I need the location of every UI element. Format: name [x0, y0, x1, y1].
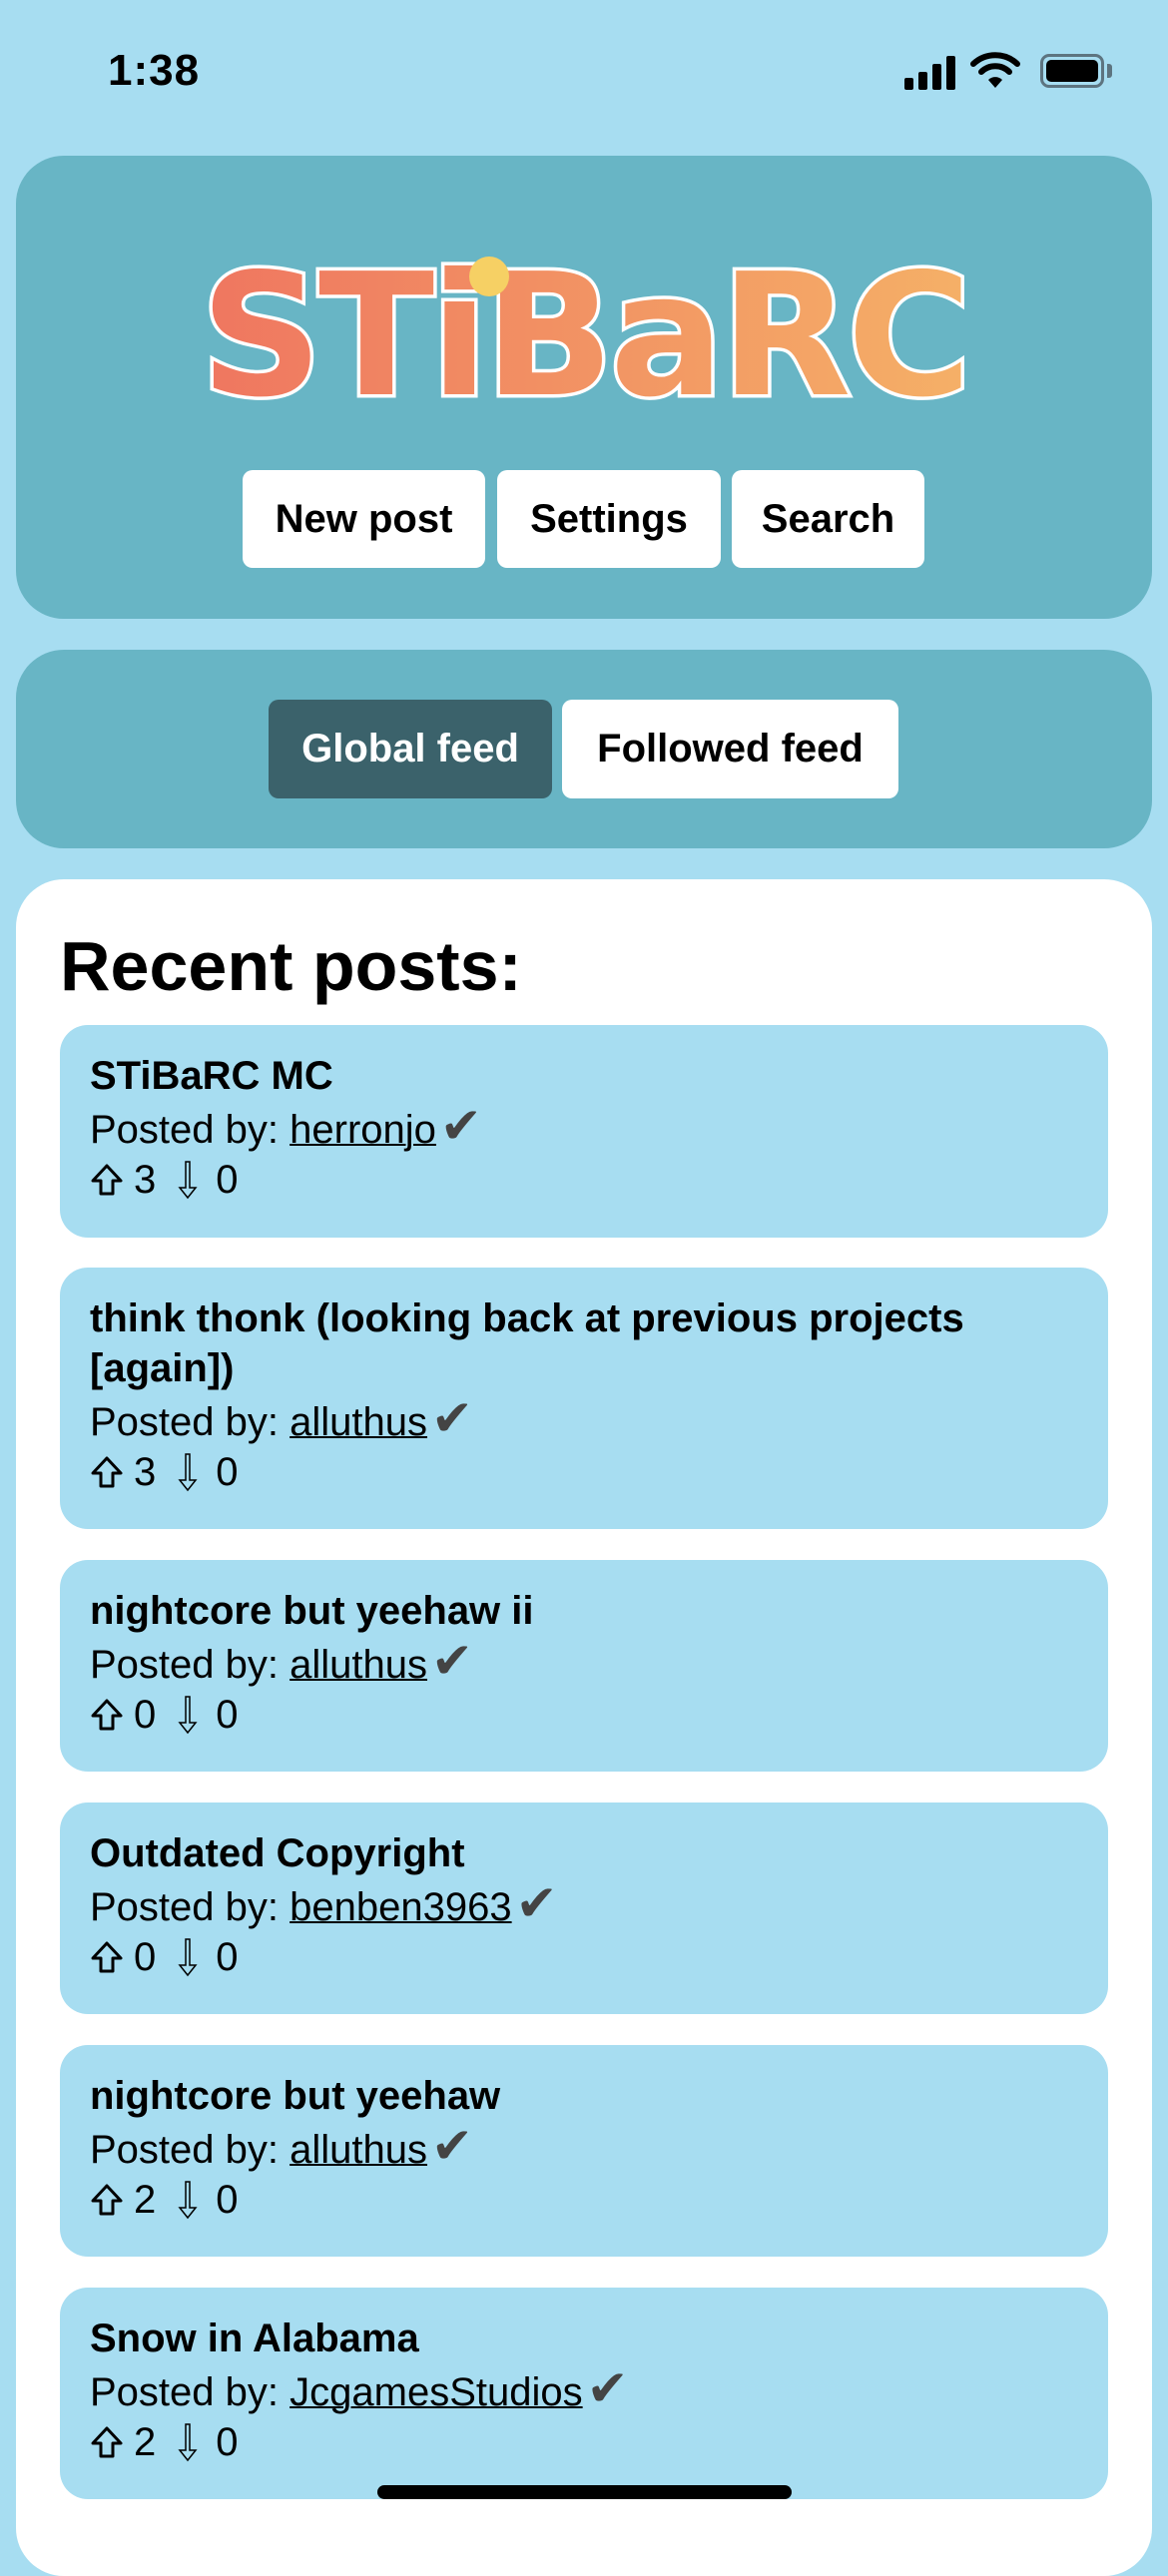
post-card[interactable]: think thonk (looking back at previous pr…	[60, 1268, 1108, 1529]
svg-text:STiBaRC: STiBaRC	[201, 238, 968, 424]
downvote-arrow-icon[interactable]	[176, 1695, 200, 1735]
post-author-line: Posted by: alluthus✔	[90, 1393, 1078, 1447]
downvote-count: 0	[216, 1158, 239, 1202]
upvote-count: 2	[134, 2178, 157, 2222]
emoji-icon	[469, 257, 509, 296]
battery-icon	[1040, 54, 1104, 88]
post-card[interactable]: nightcore but yeehaw ii Posted by: allut…	[60, 1560, 1108, 1772]
upvote-count: 2	[134, 2420, 157, 2464]
posted-by-label: Posted by:	[90, 1643, 280, 1687]
posted-by-label: Posted by:	[90, 2128, 280, 2172]
upvote-arrow-icon[interactable]	[90, 1698, 124, 1732]
upvote-arrow-icon[interactable]	[90, 1163, 124, 1197]
post-card[interactable]: nightcore but yeehaw Posted by: alluthus…	[60, 2045, 1108, 2257]
upvote-arrow-icon[interactable]	[90, 1940, 124, 1974]
author-link[interactable]: alluthus	[290, 1400, 427, 1444]
search-button[interactable]: Search	[732, 470, 924, 568]
post-card[interactable]: Outdated Copyright Posted by: benben3963…	[60, 1803, 1108, 2014]
verified-check-icon: ✔	[515, 1875, 558, 1931]
posted-by-label: Posted by:	[90, 1108, 280, 1152]
downvote-arrow-icon[interactable]	[176, 1452, 200, 1492]
downvote-count: 0	[216, 1693, 239, 1737]
tab-followed-feed[interactable]: Followed feed	[562, 700, 898, 798]
posted-by-label: Posted by:	[90, 2370, 280, 2414]
verified-check-icon: ✔	[431, 1390, 473, 1446]
posted-by-label: Posted by:	[90, 1885, 280, 1929]
verified-check-icon: ✔	[431, 2118, 473, 2174]
downvote-arrow-icon[interactable]	[176, 1160, 200, 1200]
downvote-arrow-icon[interactable]	[176, 2180, 200, 2220]
upvote-arrow-icon[interactable]	[90, 1455, 124, 1489]
new-post-button[interactable]: New post	[243, 470, 485, 568]
settings-button[interactable]: Settings	[497, 470, 721, 568]
battery-tip	[1107, 64, 1112, 78]
post-title[interactable]: nightcore but yeehaw ii	[90, 1586, 1078, 1636]
downvote-arrow-icon[interactable]	[176, 1937, 200, 1977]
page-title: Recent posts:	[60, 927, 522, 1005]
vote-counts: 2 0	[90, 2175, 1078, 2225]
post-card[interactable]: Snow in Alabama Posted by: JcgamesStudio…	[60, 2288, 1108, 2499]
post-author-line: Posted by: alluthus✔	[90, 2121, 1078, 2175]
author-link[interactable]: benben3963	[290, 1885, 511, 1929]
wifi-icon	[970, 52, 1020, 88]
author-link[interactable]: alluthus	[290, 2128, 427, 2172]
upvote-count: 3	[134, 1450, 157, 1494]
downvote-count: 0	[216, 1450, 239, 1494]
upvote-count: 0	[134, 1693, 157, 1737]
verified-check-icon: ✔	[439, 1098, 482, 1154]
post-title[interactable]: nightcore but yeehaw	[90, 2071, 1078, 2121]
downvote-count: 0	[216, 2420, 239, 2464]
post-title[interactable]: STiBaRC MC	[90, 1051, 1078, 1101]
post-title[interactable]: think thonk (looking back at previous pr…	[90, 1293, 1078, 1393]
verified-check-icon: ✔	[586, 2360, 629, 2416]
tab-global-feed[interactable]: Global feed	[269, 700, 552, 798]
post-title[interactable]: Snow in Alabama	[90, 2314, 1078, 2363]
upvote-count: 3	[134, 1158, 157, 1202]
status-time: 1:38	[108, 46, 201, 95]
vote-counts: 3 0	[90, 1155, 1078, 1205]
post-author-line: Posted by: JcgamesStudios✔	[90, 2363, 1078, 2417]
author-link[interactable]: JcgamesStudios	[290, 2370, 582, 2414]
vote-counts: 3 0	[90, 1447, 1078, 1497]
vote-counts: 0 0	[90, 1690, 1078, 1740]
post-author-line: Posted by: herronjo✔	[90, 1101, 1078, 1155]
post-author-line: Posted by: alluthus✔	[90, 1636, 1078, 1690]
author-link[interactable]: alluthus	[290, 1643, 427, 1687]
status-bar: 1:38	[0, 0, 1168, 140]
downvote-arrow-icon[interactable]	[176, 2422, 200, 2462]
upvote-arrow-icon[interactable]	[90, 2183, 124, 2217]
posted-by-label: Posted by:	[90, 1400, 280, 1444]
author-link[interactable]: herronjo	[290, 1108, 436, 1152]
upvote-arrow-icon[interactable]	[90, 2425, 124, 2459]
downvote-count: 0	[216, 1935, 239, 1979]
upvote-count: 0	[134, 1935, 157, 1979]
home-indicator[interactable]	[377, 2485, 792, 2499]
post-title[interactable]: Outdated Copyright	[90, 1828, 1078, 1878]
post-author-line: Posted by: benben3963✔	[90, 1878, 1078, 1932]
stibarc-logo[interactable]: STiBaRC	[200, 235, 968, 424]
signal-icon	[904, 54, 955, 90]
vote-counts: 0 0	[90, 1932, 1078, 1982]
downvote-count: 0	[216, 2178, 239, 2222]
verified-check-icon: ✔	[431, 1633, 473, 1689]
vote-counts: 2 0	[90, 2417, 1078, 2467]
post-card[interactable]: STiBaRC MC Posted by: herronjo✔ 3 0	[60, 1025, 1108, 1238]
